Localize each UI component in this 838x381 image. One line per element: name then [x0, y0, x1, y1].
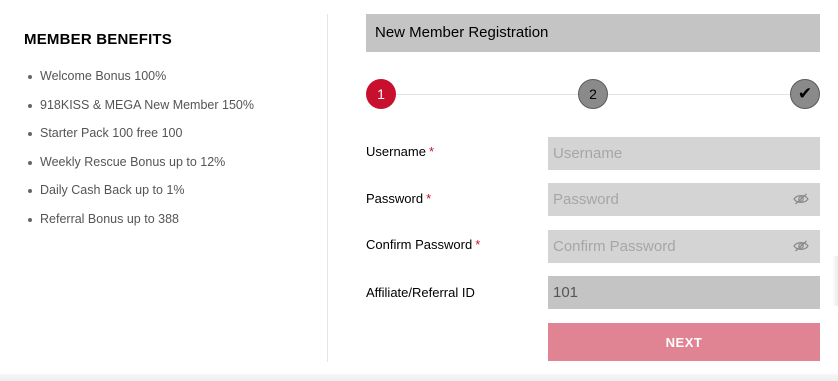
password-input[interactable]: [548, 183, 820, 216]
benefit-item-label: Starter Pack 100 free 100: [40, 126, 183, 140]
referral-label-text: Affiliate/Referral ID: [366, 285, 475, 300]
password-label: Password *: [366, 191, 431, 206]
bullet-icon: [28, 132, 32, 136]
benefit-item: Daily Cash Back up to 1%: [28, 183, 254, 212]
benefit-item: Weekly Rescue Bonus up to 12%: [28, 155, 254, 184]
benefit-item-label: 918KISS & MEGA New Member 150%: [40, 97, 254, 112]
bullet-icon: [28, 160, 32, 165]
confirm-password-input[interactable]: [548, 230, 820, 263]
eye-off-icon[interactable]: [793, 240, 809, 252]
referral-id-input[interactable]: [548, 276, 820, 309]
benefit-item: Starter Pack 100 free 100: [28, 126, 254, 155]
username-input[interactable]: [548, 137, 820, 170]
benefit-item-label: Weekly Rescue Bonus up to 12%: [40, 154, 226, 169]
step-3-indicator: ✔: [790, 79, 820, 109]
confirm-password-label-text: Confirm Password: [366, 237, 473, 252]
registration-title: New Member Registration: [375, 24, 549, 41]
confirm-password-label: Confirm Password *: [366, 237, 480, 252]
benefit-item: Referral Bonus up to 388: [28, 212, 254, 241]
username-label-text: Username: [366, 144, 426, 159]
benefit-item-label: Welcome Bonus 100%: [40, 69, 167, 83]
benefit-item: Welcome Bonus 100%: [28, 69, 254, 98]
benefit-item-label: Daily Cash Back up to 1%: [40, 183, 185, 197]
bullet-icon: [28, 75, 32, 79]
footer-edge: [0, 374, 838, 381]
bullet-icon: [28, 103, 32, 108]
required-mark: *: [426, 191, 432, 206]
benefit-item: 918KISS & MEGA New Member 150%: [28, 98, 254, 127]
required-mark: *: [428, 144, 435, 159]
eye-off-icon[interactable]: [793, 193, 809, 205]
edge-shadow: [832, 256, 838, 306]
member-benefits-panel: MEMBER BENEFITS Welcome Bonus 100% 918KI…: [0, 14, 328, 362]
referral-label: Affiliate/Referral ID: [366, 285, 475, 300]
registration-header: New Member Registration: [366, 14, 820, 52]
required-mark: *: [475, 237, 481, 252]
step-2-indicator: 2: [578, 79, 608, 109]
next-button[interactable]: NEXT: [548, 323, 820, 361]
bullet-icon: [28, 217, 32, 222]
step-1-indicator: 1: [366, 79, 396, 109]
benefits-title: MEMBER BENEFITS: [24, 31, 173, 48]
bullet-icon: [28, 189, 32, 193]
benefit-item-label: Referral Bonus up to 388: [40, 211, 179, 226]
benefits-list: Welcome Bonus 100% 918KISS & MEGA New Me…: [28, 69, 254, 240]
username-label: Username *: [366, 144, 434, 159]
password-label-text: Password: [366, 191, 424, 206]
